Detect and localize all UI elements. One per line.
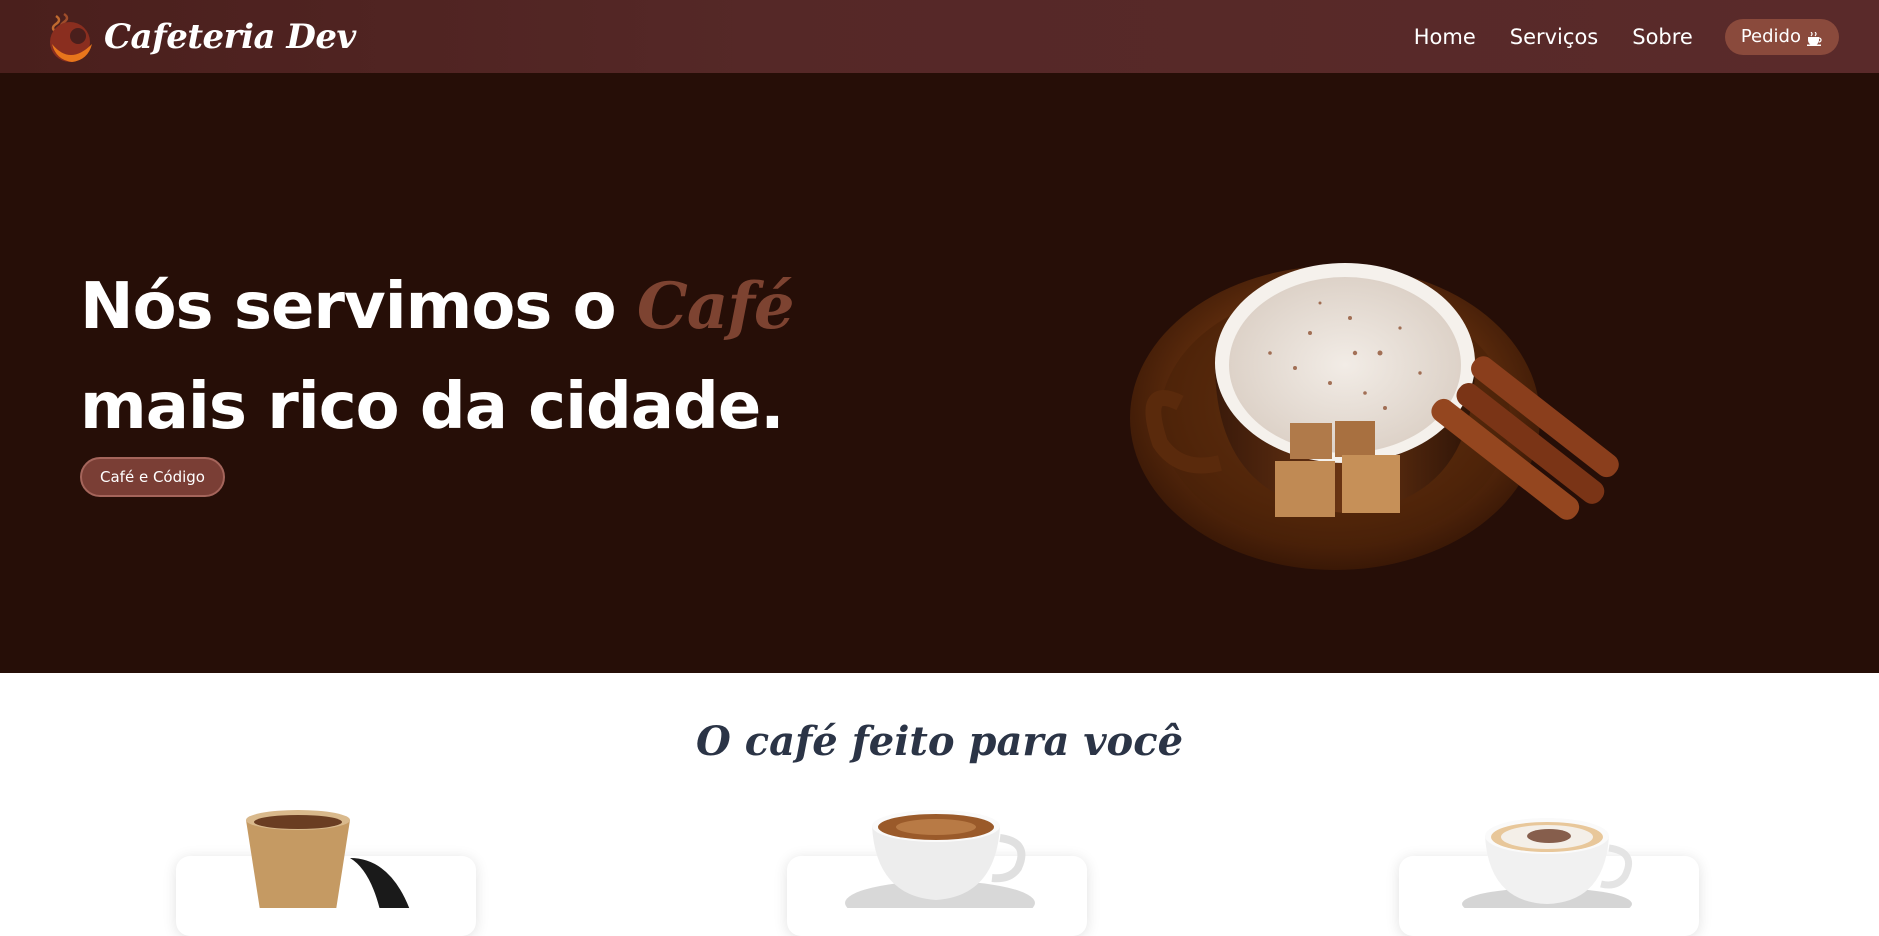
nav-link-servicos[interactable]: Serviços (1510, 25, 1598, 49)
section-title: O café feito para você (695, 718, 1184, 765)
hero-cta-button[interactable]: Café e Código (80, 457, 225, 497)
coffee-logo-icon (42, 10, 96, 64)
paper-coffee-cup-image (238, 808, 418, 910)
order-button[interactable]: Pedido (1724, 18, 1839, 55)
hero-title-before: Nós servimos o (80, 270, 637, 344)
order-button-label: Pedido (1740, 26, 1801, 47)
hero-title: Nós servimos o Café mais rico da cidade. (80, 257, 980, 457)
coffee-cup-with-cinnamon-image (1120, 193, 1620, 573)
nav-link-sobre[interactable]: Sobre (1632, 25, 1693, 49)
brand-name: Cafeteria Dev (104, 16, 356, 57)
cappuccino-cup-image (1455, 808, 1645, 920)
hero-title-accent: Café (636, 269, 795, 344)
hero-title-after: mais rico da cidade. (80, 370, 785, 444)
hero-section: Nós servimos o Café mais rico da cidade.… (0, 73, 1879, 673)
navbar: Cafeteria Dev Home Serviços Sobre Pedido (0, 0, 1879, 73)
main-nav: Home Serviços Sobre Pedido (1380, 18, 1839, 55)
brand[interactable]: Cafeteria Dev (42, 10, 356, 64)
nav-link-home[interactable]: Home (1414, 25, 1476, 49)
coffee-cup-icon (1807, 30, 1823, 46)
espresso-cup-image (840, 808, 1040, 925)
